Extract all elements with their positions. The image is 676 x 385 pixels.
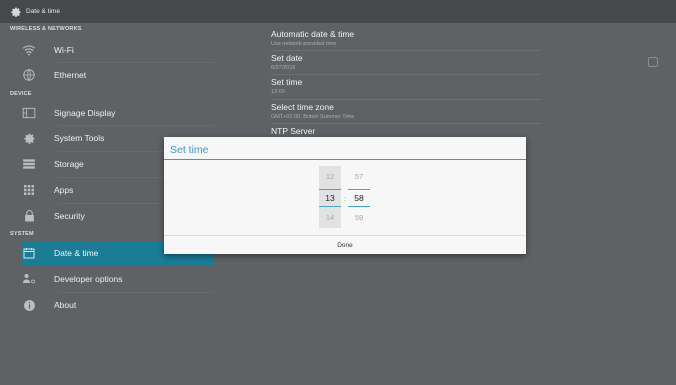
gear-icon	[22, 131, 36, 145]
storage-icon	[22, 157, 36, 171]
info-icon	[22, 298, 36, 312]
calendar-icon	[22, 246, 36, 260]
dialog-title: Set time	[170, 144, 209, 156]
time-separator: :	[344, 194, 347, 203]
section-header-wireless: WIRELESS & NETWORKS	[10, 26, 82, 32]
done-button[interactable]: Done	[164, 236, 526, 254]
sidebar-item-label: Wi-Fi	[54, 45, 74, 55]
display-icon	[22, 106, 36, 120]
developer-icon	[22, 272, 36, 286]
divider	[271, 123, 541, 124]
sidebar-item-about[interactable]: About	[22, 293, 214, 317]
setting-title: Set date	[271, 53, 303, 63]
setting-set-date[interactable]: Set date 6/27/2016	[271, 53, 303, 71]
section-header-system: SYSTEM	[10, 231, 34, 237]
sidebar-item-label: Apps	[54, 185, 74, 195]
hour-next-value[interactable]: 14	[319, 213, 341, 222]
sidebar-item-label: Date & time	[54, 248, 99, 258]
lock-icon	[22, 209, 36, 223]
minute-selection-line	[348, 189, 370, 190]
set-time-dialog: Set time 12 13 14 : 57 58 59 Done	[164, 137, 526, 254]
sidebar-item-label: About	[54, 300, 77, 310]
setting-title: NTP Server	[271, 126, 316, 136]
sidebar-item-label: System Tools	[54, 133, 105, 143]
apps-icon	[22, 183, 36, 197]
hour-prev-value[interactable]: 12	[319, 172, 341, 181]
minute-current-value[interactable]: 58	[348, 193, 370, 203]
hour-current-value[interactable]: 13	[319, 193, 341, 203]
sidebar-item-developer-options[interactable]: Developer options	[22, 267, 214, 291]
minute-prev-value[interactable]: 57	[348, 172, 370, 181]
sidebar-item-label: Ethernet	[54, 70, 87, 80]
setting-subtitle: 13:00	[271, 89, 285, 95]
minute-next-value[interactable]: 59	[348, 213, 370, 222]
page-title: Date & time	[26, 8, 60, 15]
sidebar-item-ethernet[interactable]: Ethernet	[22, 63, 214, 87]
sidebar-item-label: Security	[54, 211, 85, 221]
sidebar-item-label: Signage Display	[54, 108, 116, 118]
sidebar-item-label: Storage	[54, 159, 84, 169]
hour-selection-line	[319, 189, 341, 190]
setting-ntp-server[interactable]: NTP Server	[271, 126, 315, 136]
setting-title: Set time	[271, 77, 303, 87]
setting-set-time[interactable]: Set time 13:00	[271, 77, 302, 95]
divider	[271, 50, 541, 51]
gear-icon	[11, 7, 21, 17]
setting-title: Select time zone	[271, 102, 334, 112]
sidebar-item-wifi[interactable]: Wi-Fi	[22, 38, 214, 62]
setting-subtitle: GMT+01:00, British Summer Time	[271, 114, 355, 120]
setting-subtitle: Use network-provided time	[271, 41, 337, 47]
divider	[271, 99, 541, 100]
hour-selection-line	[319, 206, 341, 207]
auto-time-checkbox[interactable]	[648, 57, 658, 67]
sidebar-item-label: Developer options	[54, 274, 123, 284]
globe-icon	[22, 68, 36, 82]
setting-select-time-zone[interactable]: Select time zone GMT+01:00, British Summ…	[271, 102, 354, 120]
setting-automatic-date-time[interactable]: Automatic date & time Use network-provid…	[271, 29, 354, 47]
setting-subtitle: 6/27/2016	[271, 65, 296, 71]
wifi-icon	[22, 43, 36, 57]
dialog-title-divider	[164, 159, 526, 160]
top-bar: Date & time	[0, 0, 676, 23]
divider	[271, 74, 541, 75]
sidebar-item-signage-display[interactable]: Signage Display	[22, 101, 214, 125]
section-header-device: DEVICE	[10, 91, 32, 97]
setting-title: Automatic date & time	[271, 29, 355, 39]
minute-selection-line	[348, 206, 370, 207]
